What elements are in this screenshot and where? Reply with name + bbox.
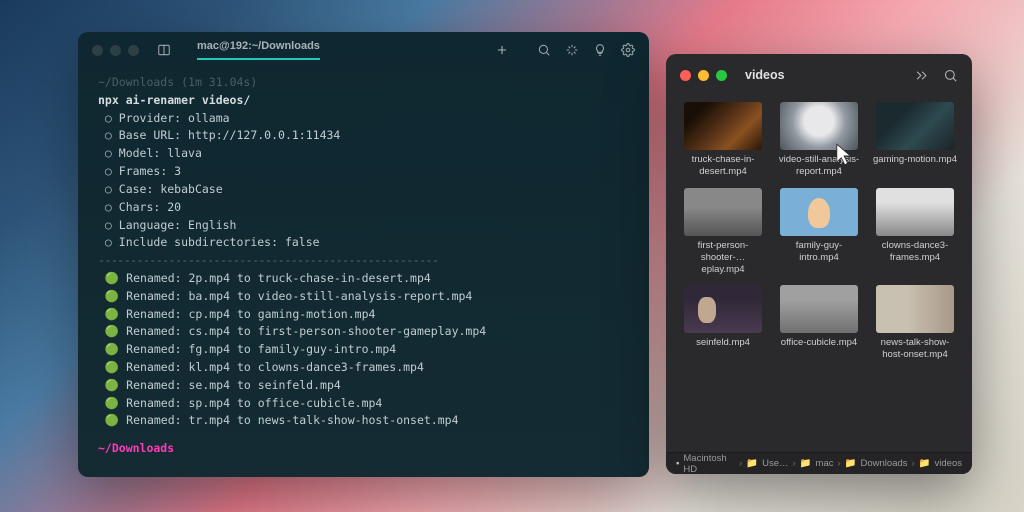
file-label: truck-chase-in-desert.mp4: [680, 154, 766, 178]
terminal-titlebar: mac@192:~/Downloads: [78, 32, 649, 68]
final-prompt: ~/Downloads: [98, 441, 174, 455]
close-button[interactable]: [680, 70, 691, 81]
prompt-path: ~/Downloads: [98, 75, 174, 89]
rename-line: Renamed: tr.mp4 to news-talk-show-host-o…: [126, 413, 458, 427]
window-controls[interactable]: [92, 45, 139, 56]
window-controls[interactable]: [680, 70, 727, 81]
config-line: Frames: 3: [119, 164, 181, 178]
file-item[interactable]: family-guy-intro.mp4: [774, 186, 864, 278]
search-icon[interactable]: [537, 43, 551, 57]
finder-window: videos truck-chase-in-desert.mp4 video-s…: [666, 54, 972, 474]
config-line: Model: llava: [119, 146, 202, 160]
path-segment[interactable]: Use…: [762, 458, 788, 469]
bulb-icon[interactable]: [593, 43, 607, 57]
file-label: gaming-motion.mp4: [873, 154, 957, 166]
video-thumbnail: [876, 188, 954, 236]
rename-line: Renamed: ba.mp4 to video-still-analysis-…: [126, 289, 472, 303]
rename-line: Renamed: 2p.mp4 to truck-chase-in-desert…: [126, 271, 431, 285]
config-line: Case: kebabCase: [119, 182, 223, 196]
prompt-time: (1m 31.04s): [181, 75, 257, 89]
command-line: npx ai-renamer videos/: [98, 92, 629, 110]
settings-icon[interactable]: [621, 43, 635, 57]
config-line: Include subdirectories: false: [119, 235, 320, 249]
rename-line: Renamed: fg.mp4 to family-guy-intro.mp4: [126, 342, 396, 356]
rename-line: Renamed: kl.mp4 to clowns-dance3-frames.…: [126, 360, 424, 374]
config-line: Chars: 20: [119, 200, 181, 214]
file-item[interactable]: office-cubicle.mp4: [774, 283, 864, 363]
rename-line: Renamed: cp.mp4 to gaming-motion.mp4: [126, 307, 375, 321]
rename-line: Renamed: cs.mp4 to first-person-shooter-…: [126, 324, 486, 338]
folder-icon: 📁: [845, 458, 857, 469]
video-thumbnail: [684, 188, 762, 236]
minimize-button[interactable]: [110, 45, 121, 56]
finder-titlebar: videos: [666, 54, 972, 96]
folder-icon: 📁: [919, 458, 931, 469]
path-segment[interactable]: Macintosh HD: [683, 453, 735, 475]
file-label: news-talk-show-host-onset.mp4: [872, 337, 958, 361]
file-item[interactable]: gaming-motion.mp4: [870, 100, 960, 180]
path-segment[interactable]: videos: [935, 458, 962, 469]
maximize-button[interactable]: [128, 45, 139, 56]
file-label: clowns-dance3-frames.mp4: [872, 240, 958, 264]
sparkle-icon[interactable]: [565, 43, 579, 57]
file-item[interactable]: truck-chase-in-desert.mp4: [678, 100, 768, 180]
video-thumbnail: [876, 102, 954, 150]
finder-title: videos: [745, 68, 785, 82]
file-item[interactable]: news-talk-show-host-onset.mp4: [870, 283, 960, 363]
new-tab-button[interactable]: [495, 43, 509, 57]
finder-grid: truck-chase-in-desert.mp4 video-still-an…: [666, 96, 972, 452]
config-line: Language: English: [119, 218, 237, 232]
maximize-button[interactable]: [716, 70, 727, 81]
file-label: office-cubicle.mp4: [781, 337, 857, 349]
video-thumbnail: [780, 188, 858, 236]
video-thumbnail: [780, 285, 858, 333]
finder-pathbar[interactable]: ▪ Macintosh HD › 📁 Use… › 📁 mac › 📁 Down…: [666, 452, 972, 474]
terminal-window: mac@192:~/Downloads ~/Downloads (1m 31.0…: [78, 32, 649, 477]
mouse-cursor: [835, 142, 853, 168]
file-label: seinfeld.mp4: [696, 337, 750, 349]
rename-line: Renamed: se.mp4 to seinfeld.mp4: [126, 378, 341, 392]
search-icon[interactable]: [943, 68, 958, 83]
minimize-button[interactable]: [698, 70, 709, 81]
file-label: first-person-shooter-…eplay.mp4: [680, 240, 766, 276]
config-line: Base URL: http://127.0.0.1:11434: [119, 128, 341, 142]
file-item[interactable]: clowns-dance3-frames.mp4: [870, 186, 960, 278]
config-line: Provider: ollama: [119, 111, 230, 125]
video-thumbnail: [684, 102, 762, 150]
file-label: family-guy-intro.mp4: [776, 240, 862, 264]
path-segment[interactable]: Downloads: [861, 458, 908, 469]
video-thumbnail: [876, 285, 954, 333]
folder-icon: 📁: [746, 458, 758, 469]
disk-icon: ▪: [676, 458, 679, 469]
split-icon[interactable]: [157, 43, 171, 57]
more-icon[interactable]: [914, 68, 929, 83]
terminal-tab[interactable]: mac@192:~/Downloads: [197, 40, 320, 60]
divider: ----------------------------------------…: [98, 252, 629, 270]
video-thumbnail: [684, 285, 762, 333]
rename-line: Renamed: sp.mp4 to office-cubicle.mp4: [126, 396, 382, 410]
terminal-body[interactable]: ~/Downloads (1m 31.04s) npx ai-renamer v…: [78, 68, 649, 468]
close-button[interactable]: [92, 45, 103, 56]
file-item[interactable]: first-person-shooter-…eplay.mp4: [678, 186, 768, 278]
folder-icon: 📁: [800, 458, 812, 469]
file-item[interactable]: seinfeld.mp4: [678, 283, 768, 363]
path-segment[interactable]: mac: [816, 458, 834, 469]
